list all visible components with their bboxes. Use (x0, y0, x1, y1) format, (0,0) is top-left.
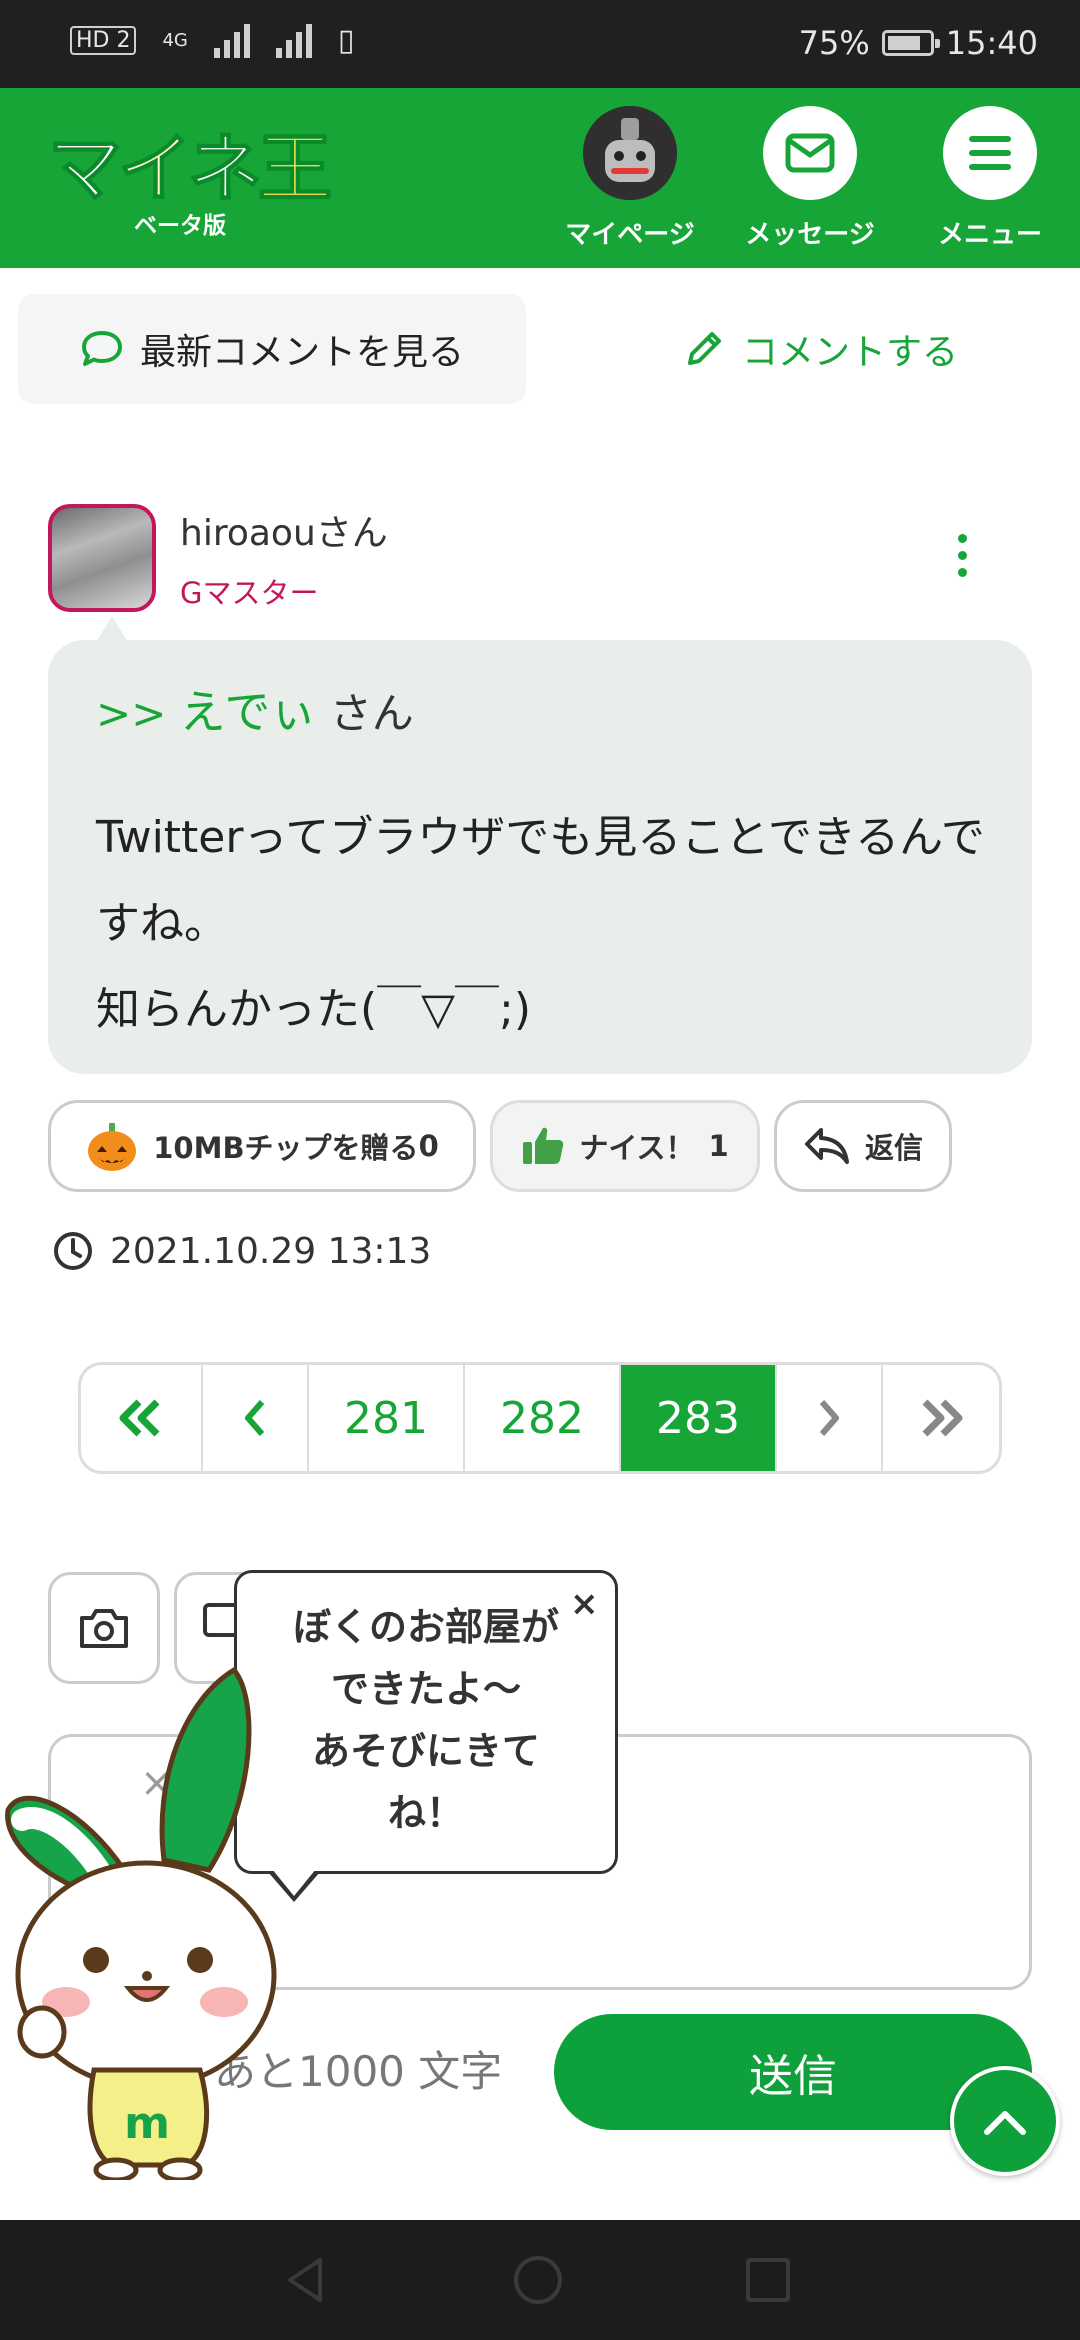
last-page-button[interactable] (883, 1365, 999, 1471)
double-chevron-left-icon (119, 1399, 160, 1437)
status-right: 75% 15:40 (799, 24, 1038, 62)
reply-arrow-icon (804, 1128, 849, 1164)
mascot-character[interactable]: m (4, 1660, 304, 2183)
nav-messages[interactable]: メッセージ (730, 106, 890, 251)
reply-label: 返信 (864, 1131, 923, 1165)
logo-char: ネ (187, 125, 263, 213)
speech-bubble-icon (81, 331, 122, 366)
app-header: マ イ ネ 王 ベータ版 マイページ メッセージ メニュー (0, 88, 1080, 268)
reply-button[interactable]: 返信 (774, 1100, 952, 1192)
more-options-icon[interactable] (958, 534, 970, 577)
logo-char: 王 (257, 125, 333, 213)
beta-label: ベータ版 (134, 213, 226, 239)
latest-comments-label: 最新コメントを見る (139, 332, 464, 373)
pagination: 281 282 283 (78, 1362, 1002, 1474)
reply-target: >> えでぃ さん (96, 676, 414, 742)
next-page-button[interactable] (777, 1365, 883, 1471)
reply-suffix: さん (329, 689, 414, 738)
timestamp-text: 2021.10.29 13:13 (110, 1230, 432, 1272)
nav-label: メニュー (937, 220, 1042, 250)
send-chip-button[interactable]: 10MBチップを贈る 0 (48, 1100, 476, 1192)
logo-char: イ (117, 125, 193, 213)
signal-icon (213, 22, 250, 58)
status-left: HD 2 4G ▯ (70, 22, 354, 58)
nice-button[interactable]: ナイス！ 1 (490, 1100, 760, 1192)
pencil-icon (687, 332, 721, 365)
clock-icon (54, 1232, 92, 1270)
logo-char: マ (47, 125, 123, 213)
avatar-icon (583, 106, 677, 200)
nav-label: メッセージ (745, 220, 875, 250)
page-link[interactable]: 281 (309, 1365, 465, 1471)
current-page[interactable]: 283 (621, 1365, 777, 1471)
commenter-rank: Gマスター (180, 576, 319, 610)
recents-icon[interactable] (744, 2256, 792, 2304)
send-label: 送信 (749, 2051, 837, 2102)
bubble-tail (96, 616, 128, 642)
hamburger-menu-icon (943, 106, 1037, 200)
comment-timestamp: 2021.10.29 13:13 (52, 1230, 431, 1272)
scroll-to-top-button[interactable] (950, 2066, 1060, 2176)
chip-count: 0 (418, 1129, 439, 1163)
page-link[interactable]: 282 (465, 1365, 621, 1471)
reply-target-name[interactable]: えでぃ (180, 685, 317, 739)
prev-page-button[interactable] (203, 1365, 309, 1471)
chevron-up-icon (984, 2111, 1026, 2135)
signal-icon (275, 22, 312, 58)
mascot-shirt-letter: m (124, 2098, 170, 2149)
chip-label: 10MBチップを贈る (153, 1131, 419, 1165)
back-icon[interactable] (280, 2254, 332, 2306)
nav-mypage[interactable]: マイページ (550, 106, 710, 251)
nice-label: ナイス！ (579, 1131, 695, 1165)
close-icon[interactable]: × (570, 1584, 599, 1624)
nav-menu[interactable]: メニュー (910, 106, 1070, 251)
first-page-button[interactable] (81, 1365, 203, 1471)
camera-icon (80, 1609, 128, 1648)
vibrate-icon: ▯ (337, 22, 355, 58)
comment-body: Twitterってブラウザでも見ることできるんですね。 知らんかった(￣▽￣;) (96, 812, 985, 1035)
battery-percent: 75% (798, 24, 870, 62)
double-chevron-right-icon (922, 1399, 963, 1437)
chevron-left-icon (245, 1400, 265, 1436)
nav-label: マイページ (565, 220, 695, 250)
status-bar: HD 2 4G ▯ 75% 15:40 (0, 0, 1080, 88)
latest-comments-button[interactable]: 最新コメントを見る (18, 294, 526, 404)
hd-badge: HD 2 (70, 25, 137, 55)
system-navigation-bar (0, 2220, 1080, 2340)
battery-icon (881, 30, 940, 56)
chevron-right-icon (819, 1400, 839, 1436)
clock: 15:40 (945, 24, 1038, 62)
nice-count: 1 (708, 1129, 729, 1163)
reply-prefix: >> (96, 689, 167, 738)
commenter-avatar[interactable] (48, 504, 156, 612)
home-icon[interactable] (512, 2254, 564, 2306)
write-comment-button[interactable]: コメントする (620, 294, 1020, 404)
thumbs-up-icon (523, 1127, 564, 1164)
write-comment-label: コメントする (741, 332, 958, 373)
pumpkin-icon (88, 1123, 137, 1171)
envelope-icon (763, 106, 857, 200)
site-logo[interactable]: マ イ ネ 王 (47, 124, 333, 214)
network-type: 4G (162, 29, 188, 51)
commenter-name[interactable]: hiroaouさん (180, 504, 388, 556)
